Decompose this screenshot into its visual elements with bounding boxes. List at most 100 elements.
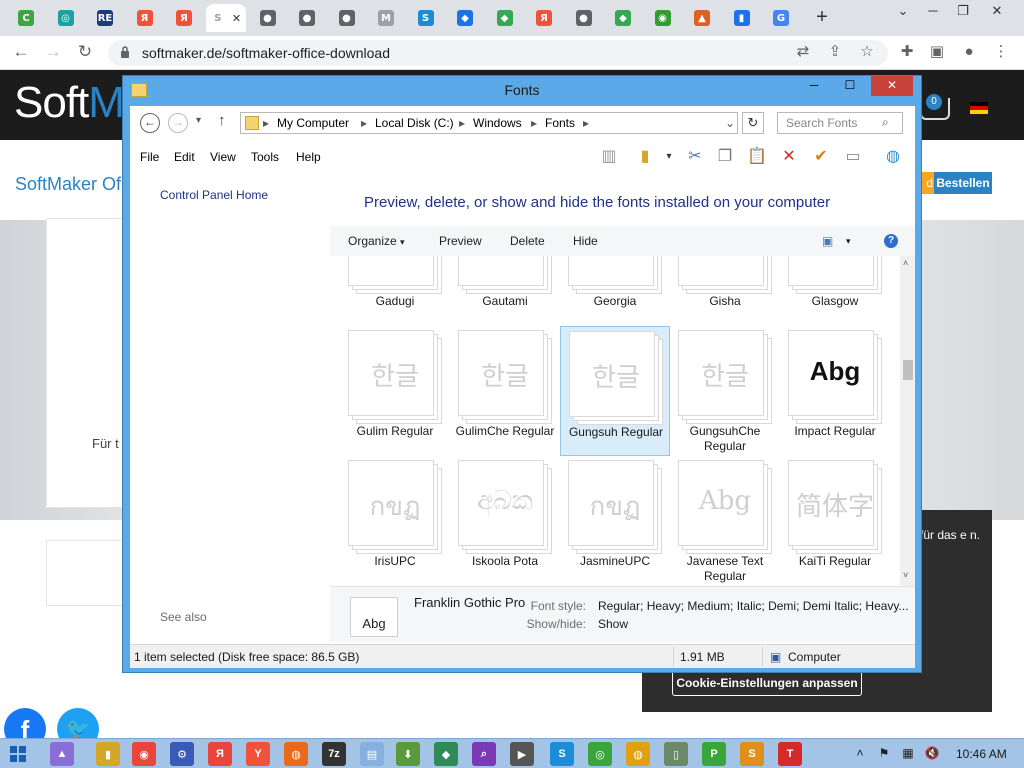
- browser-tab[interactable]: Я: [166, 4, 202, 32]
- font-item[interactable]: กขฏ IrisUPC: [340, 456, 450, 586]
- browser-tab[interactable]: ◆: [605, 4, 641, 32]
- facebook-icon[interactable]: f: [4, 708, 46, 740]
- menu-edit[interactable]: Edit: [174, 150, 195, 164]
- browser-tab[interactable]: ◎: [48, 4, 84, 32]
- search-app-icon[interactable]: ⌕: [472, 742, 496, 766]
- browser-tab[interactable]: C: [8, 4, 44, 32]
- organize-button[interactable]: Organize ▾: [348, 234, 405, 248]
- order-button[interactable]: Bestellen: [934, 172, 992, 194]
- window-minimize-button[interactable]: ─: [799, 76, 829, 96]
- cookie-settings-button[interactable]: Cookie-Einstellungen anpassen: [672, 670, 862, 696]
- menu-tools[interactable]: Tools: [251, 150, 279, 164]
- network-icon[interactable]: ▦: [900, 746, 916, 762]
- profile-icon[interactable]: ●: [958, 42, 980, 64]
- site-logo[interactable]: SoftM: [14, 78, 125, 128]
- firefox-icon[interactable]: ◍: [284, 742, 308, 766]
- forward-icon[interactable]: →: [42, 42, 64, 64]
- globe-icon[interactable]: ◍: [882, 146, 904, 168]
- tab-close-icon[interactable]: ✕: [232, 12, 241, 25]
- scroll-down-icon[interactable]: ˅: [903, 570, 908, 580]
- settings-icon[interactable]: ⚙: [170, 742, 194, 766]
- archiver-icon[interactable]: 7z: [322, 742, 346, 766]
- taskbar-clock[interactable]: 10:46 AM: [956, 747, 1007, 761]
- font-item[interactable]: 한글 Gungsuh Regular: [560, 326, 670, 456]
- task-view-icon[interactable]: ▲: [50, 742, 74, 766]
- browser-tab[interactable]: ▮: [724, 4, 760, 32]
- app-icon[interactable]: ◆: [434, 742, 458, 766]
- browser-tab[interactable]: ●: [566, 4, 602, 32]
- download-icon[interactable]: ⬇: [396, 742, 420, 766]
- recent-locations-icon[interactable]: ▾: [196, 115, 201, 126]
- close-browser-button[interactable]: ✕: [982, 2, 1012, 22]
- font-item[interactable]: 한글 GungsuhChe Regular: [670, 326, 780, 456]
- translate-icon[interactable]: ⇄: [792, 42, 814, 64]
- twitter-icon[interactable]: 🐦: [57, 708, 99, 740]
- vertical-scrollbar[interactable]: ˄ ˅: [900, 256, 915, 586]
- restore-button[interactable]: ❐: [948, 2, 978, 22]
- menu-help[interactable]: Help: [296, 150, 321, 164]
- browser-tab[interactable]: RE: [87, 4, 123, 32]
- app2-icon[interactable]: ◎: [588, 742, 612, 766]
- presentations-icon[interactable]: S: [740, 742, 764, 766]
- share-icon[interactable]: ⇪: [824, 42, 846, 64]
- rename-icon[interactable]: ▭: [842, 146, 864, 168]
- tray-flag-icon[interactable]: ⚑: [876, 746, 892, 762]
- tab-search-icon[interactable]: ⌄: [888, 2, 918, 22]
- font-item[interactable]: 한글 Gulim Regular: [340, 326, 450, 456]
- german-flag-icon[interactable]: [970, 102, 988, 114]
- font-item[interactable]: אבגGisha: [670, 256, 780, 326]
- cut-icon[interactable]: ✂: [684, 146, 706, 168]
- windows-start-icon[interactable]: [10, 746, 26, 762]
- volume-icon[interactable]: 🔇: [924, 746, 940, 762]
- delete-button[interactable]: Delete: [510, 234, 545, 248]
- explorer-address-bar[interactable]: ▸ My Computer ▸ Local Disk (C:) ▸ Window…: [240, 112, 738, 134]
- folder-options-dropdown-icon[interactable]: ▾: [658, 146, 680, 168]
- browser-tab[interactable]: ●: [250, 4, 286, 32]
- browser-tab[interactable]: ▲: [684, 4, 720, 32]
- skype-icon[interactable]: S: [550, 742, 574, 766]
- media-icon[interactable]: ▶: [510, 742, 534, 766]
- breadcrumb-my-computer[interactable]: My Computer: [277, 116, 349, 130]
- scroll-thumb[interactable]: [903, 360, 913, 380]
- file-explorer-icon[interactable]: ▮: [96, 742, 120, 766]
- app4-icon[interactable]: ▯: [664, 742, 688, 766]
- font-item[interactable]: Abg Javanese Text Regular: [670, 456, 780, 586]
- bookmark-star-icon[interactable]: ☆: [856, 42, 878, 64]
- help-icon[interactable]: ?: [884, 234, 898, 248]
- breadcrumb-fonts[interactable]: Fonts: [545, 116, 575, 130]
- browser-tab[interactable]: G: [763, 4, 799, 32]
- browser-tab[interactable]: Я: [127, 4, 163, 32]
- back-icon[interactable]: ←: [10, 42, 32, 64]
- hide-button[interactable]: Hide: [573, 234, 598, 248]
- browser-tab[interactable]: ●: [289, 4, 325, 32]
- menu-view[interactable]: View: [210, 150, 236, 164]
- folder-options-icon[interactable]: ▮: [634, 146, 656, 168]
- back-button[interactable]: ←: [140, 113, 160, 133]
- window-close-button[interactable]: ✕: [871, 76, 913, 96]
- refresh-icon[interactable]: ↻: [742, 112, 764, 134]
- layout-pane-icon[interactable]: ▥: [598, 146, 620, 168]
- side-panel-icon[interactable]: ▣: [926, 42, 948, 64]
- new-tab-button[interactable]: +: [810, 6, 834, 30]
- preview-button[interactable]: Preview: [439, 234, 482, 248]
- font-item[interactable]: අබක Iskoola Pota: [450, 456, 560, 586]
- textmaker-icon[interactable]: T: [778, 742, 802, 766]
- copy-icon[interactable]: ❐: [714, 146, 736, 168]
- browser-tab[interactable]: ●: [329, 4, 365, 32]
- change-view-icon[interactable]: ▣: [822, 234, 833, 248]
- browser-tab[interactable]: ◆: [447, 4, 483, 32]
- view-dropdown-icon[interactable]: ▾: [846, 236, 851, 247]
- browser-tab[interactable]: M: [368, 4, 404, 32]
- yandex-icon[interactable]: Я: [208, 742, 232, 766]
- browser-tab[interactable]: ◉: [645, 4, 681, 32]
- font-item[interactable]: Ꮳ𐐀У Gadugi: [340, 256, 450, 326]
- browser-tab[interactable]: S ✕: [205, 4, 246, 32]
- font-item[interactable]: Gautami: [450, 256, 560, 326]
- app3-icon[interactable]: ◍: [626, 742, 650, 766]
- window-maximize-button[interactable]: ☐: [835, 76, 865, 96]
- font-item[interactable]: กขฏ JasmineUPC: [560, 456, 670, 586]
- font-item[interactable]: AbgGeorgia: [560, 256, 670, 326]
- extensions-icon[interactable]: ✚: [896, 42, 918, 64]
- font-item[interactable]: AbgGlasgow: [780, 256, 890, 326]
- scroll-up-icon[interactable]: ˄: [903, 258, 908, 268]
